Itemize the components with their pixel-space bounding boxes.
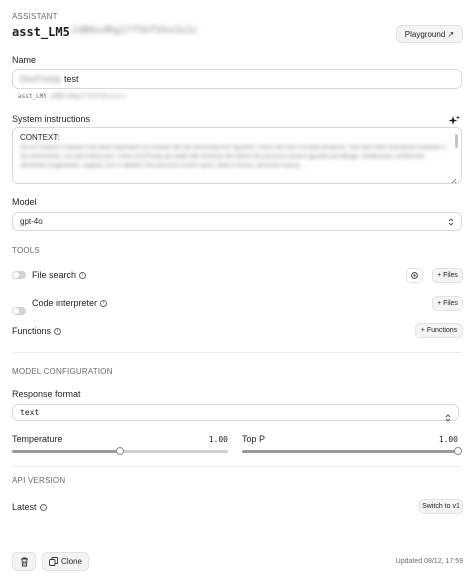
system-instructions-textarea[interactable]: CONTEXT: Sei un chatbot in italiano che … bbox=[12, 127, 462, 184]
info-icon[interactable]: i bbox=[54, 328, 62, 336]
code-interpreter-toggle[interactable] bbox=[12, 307, 26, 315]
model-label: Model bbox=[12, 197, 37, 207]
instructions-body-redacted: Sei un chatbot in italiano che deve risp… bbox=[20, 145, 446, 169]
response-format-select[interactable]: text bbox=[12, 404, 459, 422]
system-instructions-label: System instructions bbox=[12, 114, 91, 124]
playground-button[interactable]: Playground ↗ bbox=[396, 25, 463, 43]
top-p-value: 1.00 bbox=[438, 435, 458, 444]
temperature-slider-fill bbox=[12, 450, 120, 453]
response-format-label: Response format bbox=[12, 389, 81, 399]
info-icon[interactable]: i bbox=[79, 272, 87, 280]
assistant-id-redacted: 2dB6x4Rg17f5hTVkx3z1c bbox=[71, 25, 199, 36]
top-p-label: Top P bbox=[242, 434, 266, 444]
top-p-slider-fill bbox=[242, 450, 458, 453]
temperature-value: 1.00 bbox=[208, 435, 228, 444]
name-value: test bbox=[64, 74, 79, 84]
file-search-add-files-button[interactable]: + Files bbox=[432, 268, 463, 283]
gear-icon bbox=[411, 272, 418, 279]
name-sub-id: asst_LM5 2dB6x4Rg17f5hTVkx3z1c bbox=[18, 93, 126, 100]
sub-id-redacted: 2dB6x4Rg17f5hTVkx3z1c bbox=[49, 93, 126, 100]
assistant-id-prefix: asst_LM5 bbox=[12, 25, 70, 39]
file-search-label: File search bbox=[32, 270, 77, 280]
code-interpreter-row: Code interpreter i bbox=[32, 298, 108, 308]
info-icon[interactable]: i bbox=[100, 300, 108, 308]
top-p-slider-thumb[interactable] bbox=[454, 447, 462, 455]
assistant-id-title: asst_LM5 2dB6x4Rg17f5hTVkx3z1c bbox=[12, 25, 198, 39]
chevron-updown-icon bbox=[445, 409, 451, 422]
section-eyebrow-model-configuration: MODEL CONFIGURATION bbox=[12, 367, 113, 376]
api-latest-row: Latest i bbox=[12, 502, 47, 512]
trash-icon bbox=[20, 557, 28, 566]
file-search-row: File search i bbox=[32, 270, 87, 280]
response-format-value: text bbox=[20, 408, 40, 417]
section-eyebrow-tools: TOOLS bbox=[12, 246, 40, 255]
code-interpreter-label: Code interpreter bbox=[32, 298, 98, 308]
sub-id-prefix: asst_LM5 bbox=[18, 93, 47, 100]
top-p-slider[interactable] bbox=[242, 447, 462, 455]
name-value-redacted: DocFoody bbox=[20, 74, 62, 84]
file-search-toggle[interactable] bbox=[12, 271, 26, 279]
copy-icon bbox=[49, 557, 58, 566]
delete-button[interactable] bbox=[12, 552, 36, 571]
temperature-slider-thumb[interactable] bbox=[116, 447, 124, 455]
name-input[interactable]: DocFoody test bbox=[12, 69, 462, 89]
instructions-first-line: CONTEXT: bbox=[20, 133, 60, 142]
chevron-updown-icon bbox=[448, 217, 454, 226]
divider bbox=[12, 352, 462, 353]
code-interpreter-add-files-button[interactable]: + Files bbox=[432, 296, 463, 311]
clone-button[interactable]: Clone bbox=[42, 552, 89, 571]
top-p-slider-track bbox=[242, 450, 458, 453]
file-search-settings-button[interactable] bbox=[406, 268, 423, 283]
resize-handle-icon[interactable] bbox=[450, 172, 457, 183]
add-functions-button[interactable]: + Functions bbox=[415, 323, 463, 338]
functions-row: Functions i bbox=[12, 326, 62, 336]
sparkle-icon[interactable] bbox=[448, 114, 460, 126]
clone-label: Clone bbox=[61, 557, 82, 566]
info-icon[interactable]: i bbox=[39, 504, 47, 512]
temperature-label: Temperature bbox=[12, 434, 63, 444]
section-eyebrow-api-version: API VERSION bbox=[12, 476, 66, 485]
model-value: gpt-4o bbox=[20, 217, 43, 226]
functions-label: Functions bbox=[12, 326, 52, 336]
temperature-slider[interactable] bbox=[12, 447, 228, 455]
switch-to-v1-button[interactable]: Switch to v1 bbox=[419, 499, 463, 514]
api-latest-label: Latest bbox=[12, 502, 37, 512]
divider bbox=[12, 466, 462, 467]
model-select[interactable]: gpt-4o bbox=[12, 212, 462, 231]
name-label: Name bbox=[12, 55, 37, 65]
textarea-scrollbar[interactable] bbox=[455, 134, 458, 148]
updated-timestamp: Updated 08/12, 17:59 bbox=[395, 558, 463, 565]
section-eyebrow-assistant: ASSISTANT bbox=[12, 12, 58, 21]
